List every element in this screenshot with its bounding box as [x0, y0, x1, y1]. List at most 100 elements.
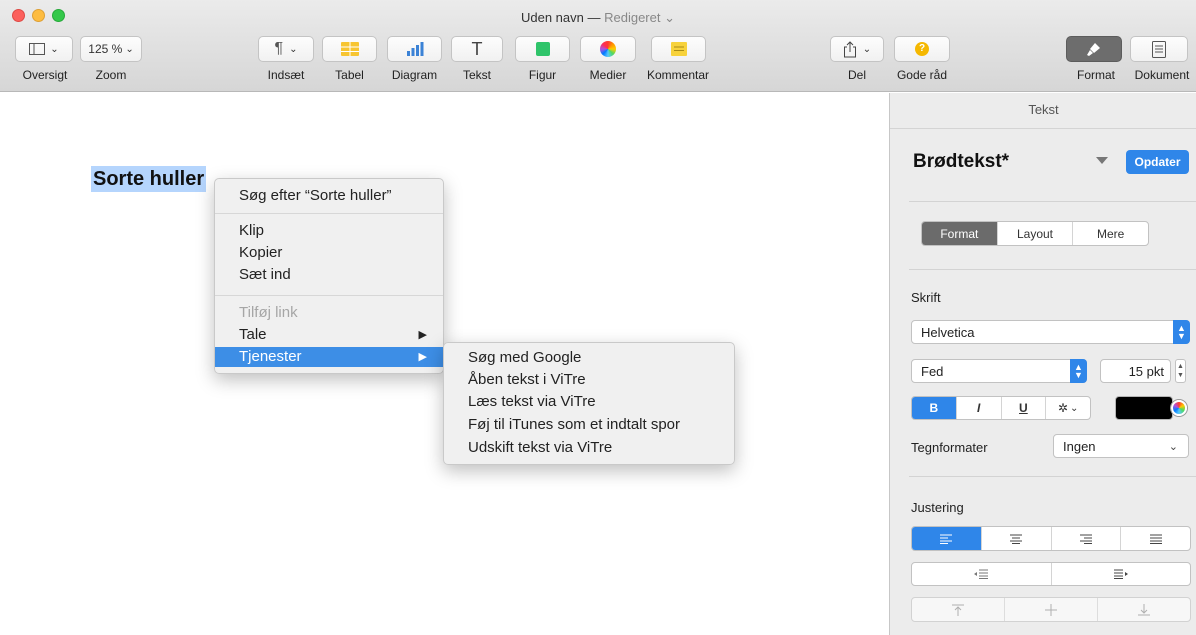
menu-item-add-link: Tilføj link	[239, 304, 298, 321]
comment-button[interactable]	[651, 36, 706, 62]
popup-arrows-icon: ▲ ▼	[1173, 320, 1190, 344]
font-family-value: Helvetica	[921, 324, 975, 340]
chevron-down-icon[interactable]: ⌄	[664, 10, 675, 25]
submenu-arrow-icon: ▶	[418, 351, 427, 363]
decrease-indent-icon	[974, 569, 989, 579]
menu-item-speech-label: Tale	[239, 326, 267, 343]
chevron-down-icon: ⌄	[1168, 440, 1178, 453]
align-left-icon	[940, 534, 953, 544]
alignment-section-label: Justering	[911, 500, 964, 515]
text-icon: T	[471, 38, 483, 59]
align-center-button[interactable]	[980, 527, 1051, 550]
window-title-status: Redigeret	[604, 10, 661, 25]
text-options-button[interactable]: ✲ ⌄	[1045, 397, 1090, 419]
sidebar-icon	[29, 43, 46, 55]
chart-label: Diagram	[391, 68, 438, 82]
underline-button[interactable]: U	[1000, 397, 1046, 419]
align-left-button[interactable]	[912, 527, 981, 550]
chevron-down-icon: ⌄	[1069, 402, 1079, 414]
divider	[909, 269, 1196, 270]
font-size-value: 15 pkt	[1128, 363, 1164, 379]
font-weight-value: Fed	[921, 363, 944, 379]
font-family-popup[interactable]: Helvetica ▲ ▼	[911, 320, 1190, 344]
tab-format[interactable]: Format	[922, 222, 997, 245]
align-right-button[interactable]	[1050, 527, 1121, 550]
align-middle-icon	[1045, 603, 1057, 616]
increase-indent-button[interactable]	[1050, 563, 1191, 585]
color-wheel-icon[interactable]	[1171, 400, 1187, 416]
share-icon	[843, 40, 856, 57]
zoom-value: 125 %	[88, 42, 123, 56]
tab-more[interactable]: Mere	[1072, 222, 1148, 245]
tab-layout[interactable]: Layout	[996, 222, 1073, 245]
align-bottom-button	[1097, 598, 1190, 621]
share-label: Del	[847, 68, 866, 82]
text-box-button[interactable]: T	[451, 36, 503, 62]
window-title-separator: —	[587, 10, 601, 25]
document-heading[interactable]: Sorte huller	[91, 166, 207, 192]
align-justify-button[interactable]	[1120, 527, 1190, 550]
menu-item-speech[interactable]: Tale ▶	[215, 325, 443, 345]
decrease-indent-button[interactable]	[912, 563, 1051, 585]
comment-icon	[670, 42, 687, 56]
tips-button[interactable]: ?	[894, 36, 950, 62]
paragraph-style-name[interactable]: Brødtekst*	[913, 151, 1009, 173]
document-button[interactable]	[1130, 36, 1188, 62]
align-middle-button	[1004, 598, 1097, 621]
document-icon	[1152, 40, 1166, 58]
popup-arrows-icon: ▲ ▼	[1070, 359, 1087, 383]
table-button[interactable]	[322, 36, 377, 62]
photos-icon	[600, 41, 616, 57]
format-button[interactable]	[1066, 36, 1122, 62]
menu-separator	[215, 213, 443, 214]
menu-item-copy[interactable]: Kopier	[215, 243, 443, 263]
font-weight-popup[interactable]: Fed ▲ ▼	[911, 359, 1087, 383]
italic-button[interactable]: I	[955, 397, 1001, 419]
text-style-buttons: B I U ✲ ⌄	[911, 396, 1091, 420]
bold-button[interactable]: B	[912, 397, 956, 419]
alignment-buttons	[911, 526, 1191, 551]
insert-button[interactable]: ¶ ⌄	[258, 36, 314, 62]
oversigt-label: Oversigt	[22, 68, 68, 82]
align-center-icon	[1010, 534, 1023, 544]
menu-separator	[215, 295, 443, 296]
menu-item-search[interactable]: Søg efter “Sorte huller”	[215, 186, 443, 206]
chart-button[interactable]	[387, 36, 442, 62]
zoom-popup[interactable]: 125 % ⌄	[80, 36, 142, 62]
inspector-title: Tekst	[890, 93, 1196, 129]
service-item[interactable]: Udskift tekst via ViTre	[444, 438, 734, 458]
share-button[interactable]: ⌄	[830, 36, 884, 62]
font-section-label: Skrift	[911, 290, 941, 305]
shape-button[interactable]	[515, 36, 570, 62]
shape-label: Figur	[528, 68, 557, 82]
menu-item-services[interactable]: Tjenester ▶	[215, 347, 443, 367]
font-size-stepper[interactable]: ▲ ▼	[1175, 359, 1186, 383]
update-style-button[interactable]: Opdater	[1126, 150, 1189, 174]
disclosure-triangle-icon[interactable]	[1096, 157, 1108, 164]
comment-label: Kommentar	[646, 68, 710, 82]
chevron-down-icon: ⌄	[862, 43, 872, 55]
gear-icon: ✲	[1057, 401, 1068, 415]
service-item[interactable]: Åben tekst i ViTre	[444, 370, 734, 390]
character-styles-popup[interactable]: Ingen ⌄	[1053, 434, 1189, 458]
service-item[interactable]: Læs tekst via ViTre	[444, 392, 734, 412]
align-top-button	[912, 598, 1004, 621]
format-inspector: Tekst Brødtekst* Opdater Format Layout M…	[889, 93, 1196, 635]
service-item[interactable]: Søg med Google	[444, 348, 734, 368]
services-submenu: Søg med Google Åben tekst i ViTre Læs te…	[443, 342, 735, 465]
oversigt-button[interactable]: ⌄	[15, 36, 73, 62]
insert-label: Indsæt	[267, 68, 305, 82]
align-justify-icon	[1149, 534, 1162, 544]
media-button[interactable]	[580, 36, 636, 62]
menu-item-paste[interactable]: Sæt ind	[215, 265, 443, 285]
divider	[909, 476, 1196, 477]
chart-icon	[406, 42, 423, 56]
character-styles-value: Ingen	[1063, 438, 1096, 454]
divider	[909, 201, 1196, 202]
text-color-well[interactable]	[1115, 396, 1173, 420]
submenu-arrow-icon: ▶	[418, 329, 427, 341]
font-size-field[interactable]: 15 pkt	[1100, 359, 1171, 383]
paragraph-icon: ¶	[274, 40, 284, 57]
service-item[interactable]: Føj til iTunes som et indtalt spor	[444, 415, 734, 435]
menu-item-cut[interactable]: Klip	[215, 221, 443, 241]
